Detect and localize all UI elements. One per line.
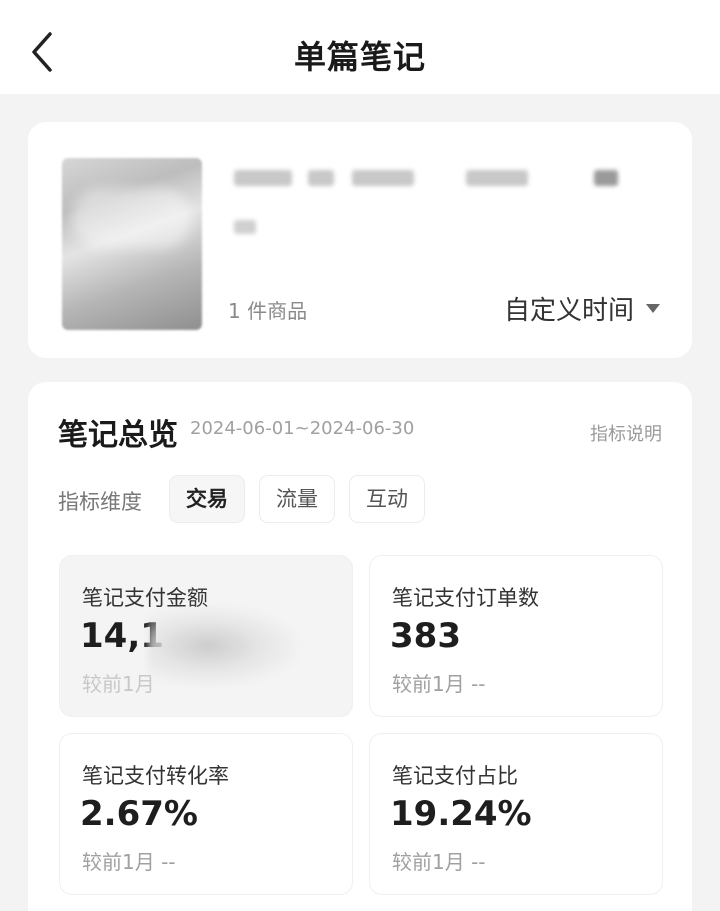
metric-value: 383 [390,616,461,656]
date-range: 2024-06-01~2024-06-30 [190,418,415,439]
blur-redaction [148,606,298,686]
metric-label: 笔记支付占比 [392,764,518,788]
blurred-note-subtitle [234,220,256,234]
tab-interaction[interactable]: 互动 [350,476,424,522]
tab-traffic[interactable]: 流量 [260,476,334,522]
metric-help-link[interactable]: 指标说明 [590,420,662,446]
metric-compare: 较前1月 -- [82,850,176,874]
metric-compare: 较前1月 -- [392,850,486,874]
note-overview-card: 笔记总览 2024-06-01~2024-06-30 指标说明 指标维度 交易 … [28,382,692,911]
note-summary-card[interactable]: 1 件商品 自定义时间 [28,122,692,358]
metric-value: 2.67% [80,794,198,834]
metric-card-payment-share[interactable]: 笔记支付占比 19.24% 较前1月 -- [370,734,662,894]
note-thumbnail[interactable] [62,158,202,330]
tab-transaction[interactable]: 交易 [170,476,244,522]
metric-card-payment-amount[interactable]: 笔记支付金额 14,1 较前1月 [60,556,352,716]
page-title: 单篇笔记 [293,38,426,76]
section-title: 笔记总览 [58,418,178,453]
time-range-select[interactable]: 自定义时间 [504,290,634,327]
dimension-label: 指标维度 [58,490,142,514]
caret-down-icon[interactable] [646,304,660,313]
top-nav-bar: 单篇笔记 [0,0,720,94]
blurred-note-title [234,170,624,190]
metric-label: 笔记支付订单数 [392,586,539,610]
metric-card-conversion-rate[interactable]: 笔记支付转化率 2.67% 较前1月 -- [60,734,352,894]
metric-label: 笔记支付转化率 [82,764,229,788]
metric-value: 19.24% [390,794,532,834]
metric-card-order-count[interactable]: 笔记支付订单数 383 较前1月 -- [370,556,662,716]
metric-compare: 较前1月 -- [392,672,486,696]
metric-compare: 较前1月 [82,672,155,696]
goods-count: 1 件商品 [228,299,308,323]
